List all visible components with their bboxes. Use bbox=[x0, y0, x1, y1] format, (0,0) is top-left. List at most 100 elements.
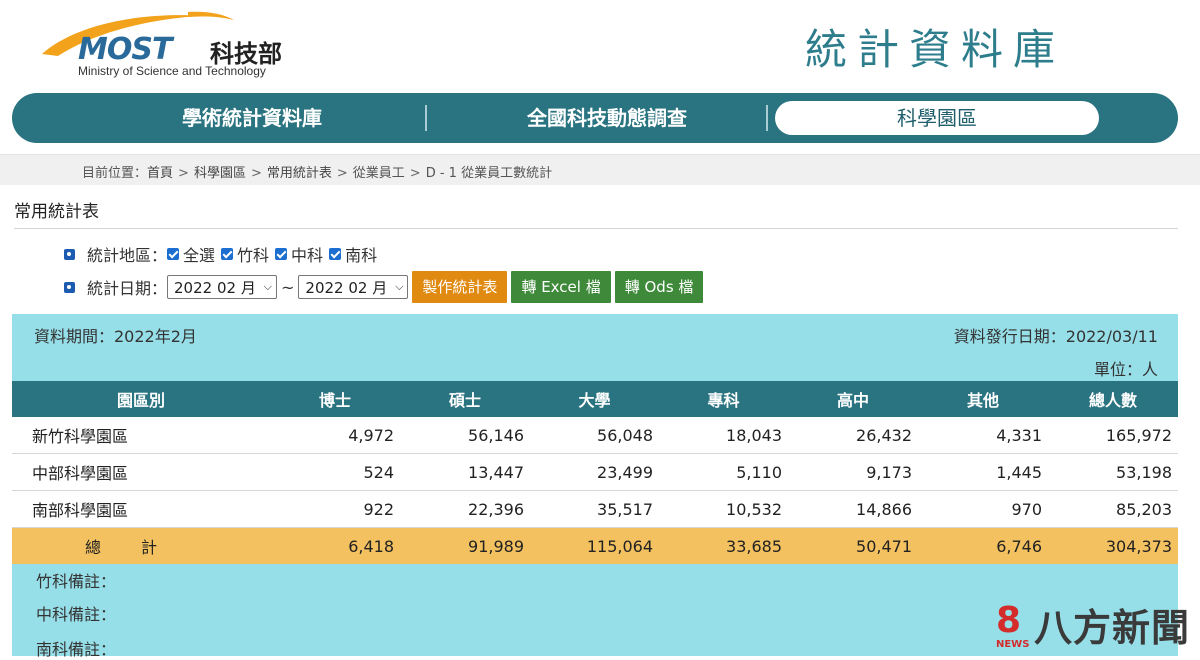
region-checkbox-central[interactable]: 中科 bbox=[275, 242, 323, 266]
column-header: 專科 bbox=[659, 381, 788, 417]
table-cell: 33,685 bbox=[659, 527, 788, 564]
column-header: 其他 bbox=[918, 381, 1048, 417]
table-cell: 970 bbox=[918, 490, 1048, 528]
table-cell: 56,048 bbox=[530, 417, 659, 454]
date-label: 統計日期： bbox=[87, 279, 168, 298]
table-cell: 新竹科學園區 bbox=[12, 417, 270, 454]
table-cell: 6,746 bbox=[918, 527, 1048, 564]
table-cell: 91,989 bbox=[400, 527, 530, 564]
nav-divider bbox=[425, 105, 427, 131]
table-cell: 4,331 bbox=[918, 417, 1048, 454]
watermark-mark: 8 bbox=[995, 600, 1022, 641]
breadcrumb-separator: > bbox=[178, 166, 189, 181]
checkbox-checked-icon bbox=[167, 248, 180, 260]
end-date-select[interactable]: 2022 02 月 ⌵ bbox=[298, 275, 409, 299]
breadcrumb-prefix: 目前位置： bbox=[82, 166, 148, 181]
table-cell: 23,499 bbox=[530, 453, 659, 491]
table-header-row: 園區別 博士 碩士 大學 專科 高中 其他 總人數 bbox=[12, 381, 1178, 417]
table-cell: 中部科學園區 bbox=[12, 453, 270, 491]
nav-divider bbox=[766, 105, 768, 131]
breadcrumb: 目前位置：首頁 > 科學園區 > 常用統計表 > 從業員工 > D - 1 從業員工數統計 bbox=[82, 162, 552, 181]
table-cell: 56,146 bbox=[400, 417, 530, 454]
column-header: 園區別 bbox=[12, 381, 270, 417]
column-header: 總人數 bbox=[1048, 381, 1178, 417]
table-cell: 53,198 bbox=[1048, 453, 1178, 491]
table-cell: 10,532 bbox=[659, 490, 788, 528]
table-cell: 35,517 bbox=[530, 490, 659, 528]
breadcrumb-science-park[interactable]: 科學園區 bbox=[194, 166, 246, 181]
bullet-icon bbox=[64, 281, 75, 293]
section-title: 常用統計表 bbox=[14, 202, 99, 222]
chevron-down-icon: ⌵ bbox=[263, 280, 273, 293]
table-total-row: 總計 6,418 91,989 115,064 33,685 50,471 6,… bbox=[12, 527, 1178, 564]
breadcrumb-current: D - 1 從業員工數統計 bbox=[425, 166, 553, 181]
end-date-value: 2022 02 月 bbox=[305, 278, 388, 297]
nav-national-survey[interactable]: 全國科技動態調查 bbox=[442, 93, 772, 143]
table-cell: 6,418 bbox=[270, 527, 400, 564]
site-header: MOST 科技部 Ministry of Science and Technol… bbox=[0, 0, 1200, 92]
table-cell: 總計 bbox=[12, 527, 270, 564]
region-filter-row: 統計地區： 全選 竹科 中科 南科 bbox=[64, 242, 383, 266]
watermark-news: NEWS bbox=[995, 639, 1030, 650]
table-cell: 18,043 bbox=[659, 417, 788, 454]
nav-academic-statistics[interactable]: 學術統計資料庫 bbox=[92, 93, 412, 143]
watermark-logo-icon: 8 NEWS bbox=[995, 603, 1030, 651]
most-logo[interactable]: MOST 科技部 Ministry of Science and Technol… bbox=[38, 8, 328, 82]
table-cell: 50,471 bbox=[788, 527, 918, 564]
breadcrumb-bar: 目前位置：首頁 > 科學園區 > 常用統計表 > 從業員工 > D - 1 從業員工數統計 bbox=[0, 154, 1200, 185]
table-cell: 9,173 bbox=[788, 453, 918, 491]
region-checkbox-all[interactable]: 全選 bbox=[167, 242, 215, 266]
section-divider bbox=[14, 228, 1178, 229]
main-nav: 學術統計資料庫 全國科技動態調查 科學園區 bbox=[12, 93, 1178, 143]
region-hsinchu-label: 竹科 bbox=[237, 246, 270, 265]
checkbox-checked-icon bbox=[221, 248, 234, 260]
hsinchu-note: 竹科備註： bbox=[36, 572, 117, 591]
chevron-down-icon: ⌵ bbox=[395, 280, 404, 293]
news-watermark: 8 NEWS 八方新聞 bbox=[995, 603, 1190, 651]
start-date-value: 2022 02 月 bbox=[174, 278, 256, 297]
logo-most-text: MOST bbox=[78, 32, 172, 67]
table-cell: 922 bbox=[270, 490, 400, 528]
column-header: 高中 bbox=[788, 381, 918, 417]
statistics-table: 園區別 博士 碩士 大學 專科 高中 其他 總人數 新竹科學園區 4,972 5… bbox=[12, 381, 1178, 564]
site-title: 統計資料庫 bbox=[805, 25, 1066, 74]
logo-en-text: Ministry of Science and Technology bbox=[78, 64, 266, 78]
date-range-tilde: ~ bbox=[281, 277, 295, 297]
table-cell: 13,447 bbox=[400, 453, 530, 491]
checkbox-checked-icon bbox=[329, 248, 342, 260]
bullet-icon bbox=[64, 248, 75, 260]
column-header: 博士 bbox=[270, 381, 400, 417]
unit-label: 單位：人 bbox=[1093, 360, 1158, 379]
breadcrumb-employees: 從業員工 bbox=[352, 166, 405, 181]
export-ods-button[interactable]: 轉 Ods 檔 bbox=[614, 271, 704, 303]
table-cell: 1,445 bbox=[918, 453, 1048, 491]
region-checkbox-southern[interactable]: 南科 bbox=[329, 242, 377, 266]
region-label: 統計地區： bbox=[87, 246, 168, 265]
export-excel-button[interactable]: 轉 Excel 檔 bbox=[511, 271, 611, 303]
table-cell: 304,373 bbox=[1048, 527, 1178, 564]
table-cell: 4,972 bbox=[270, 417, 400, 454]
start-date-select[interactable]: 2022 02 月 ⌵ bbox=[167, 275, 278, 299]
table-row: 南部科學園區 922 22,396 35,517 10,532 14,866 9… bbox=[12, 490, 1178, 528]
make-table-button[interactable]: 製作統計表 bbox=[412, 271, 508, 303]
breadcrumb-home[interactable]: 首頁 bbox=[147, 166, 173, 181]
region-all-label: 全選 bbox=[183, 246, 216, 265]
nav-science-park[interactable]: 科學園區 bbox=[775, 101, 1099, 135]
table-cell: 南部科學園區 bbox=[12, 490, 270, 528]
column-header: 大學 bbox=[530, 381, 659, 417]
table-row: 中部科學園區 524 13,447 23,499 5,110 9,173 1,4… bbox=[12, 453, 1178, 491]
column-header: 碩士 bbox=[400, 381, 530, 417]
table-cell: 115,064 bbox=[530, 527, 659, 564]
table-row: 新竹科學園區 4,972 56,146 56,048 18,043 26,432… bbox=[12, 417, 1178, 454]
breadcrumb-common-tables[interactable]: 常用統計表 bbox=[267, 166, 332, 181]
table-cell: 14,866 bbox=[788, 490, 918, 528]
breadcrumb-separator: > bbox=[409, 166, 421, 181]
breadcrumb-separator: > bbox=[336, 166, 348, 181]
table-cell: 26,432 bbox=[788, 417, 918, 454]
table-cell: 165,972 bbox=[1048, 417, 1178, 454]
table-cell: 85,203 bbox=[1048, 490, 1178, 528]
checkbox-checked-icon bbox=[275, 248, 288, 260]
date-filter-row: 統計日期： 2022 02 月 ⌵ ~ 2022 02 月 ⌵ 製作統計表 轉 Ex… bbox=[64, 271, 704, 303]
region-checkbox-hsinchu[interactable]: 竹科 bbox=[221, 242, 269, 266]
southern-note: 南科備註： bbox=[36, 640, 117, 659]
